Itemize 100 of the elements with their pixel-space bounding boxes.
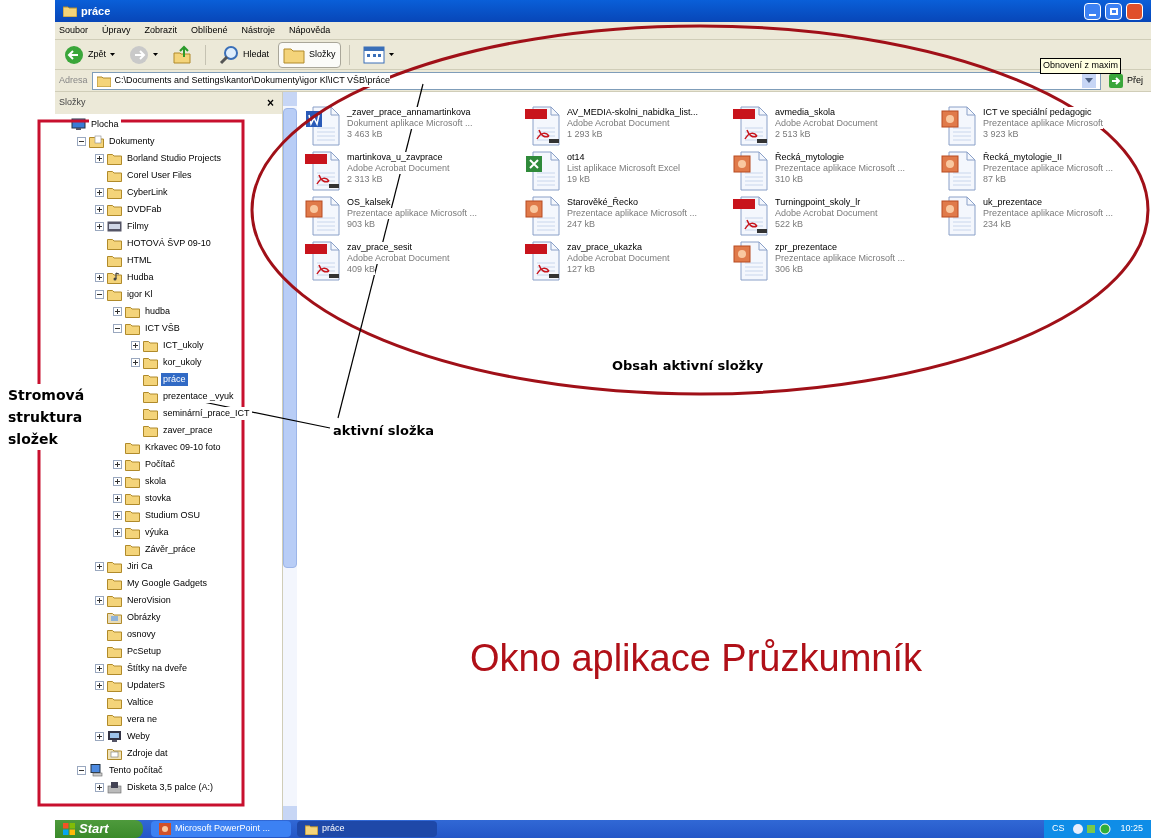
file-name[interactable]: Starověké_Řecko bbox=[567, 197, 639, 208]
taskbar-button[interactable]: Microsoft PowerPoint ... bbox=[151, 821, 291, 837]
tree-item[interactable]: Borland Studio Projects bbox=[125, 151, 224, 166]
file-size: 3 923 kB bbox=[983, 129, 1019, 140]
tree-item[interactable]: kor_ukoly bbox=[161, 355, 204, 370]
expand-icon[interactable] bbox=[113, 494, 122, 503]
expand-icon[interactable] bbox=[95, 562, 104, 571]
file-name[interactable]: Řecká_mytologie bbox=[775, 152, 845, 163]
tree-item[interactable]: Obrázky bbox=[125, 610, 163, 625]
presentation-icon bbox=[305, 196, 343, 236]
folder-icon bbox=[125, 475, 140, 488]
collapse-icon[interactable] bbox=[95, 290, 104, 299]
collapse-icon[interactable] bbox=[77, 766, 86, 775]
collapse-icon[interactable] bbox=[77, 137, 86, 146]
menu-item[interactable]: Nápověda bbox=[289, 23, 331, 38]
language-indicator[interactable]: CS bbox=[1051, 822, 1065, 836]
expand-icon[interactable] bbox=[95, 154, 104, 163]
back-button[interactable]: Zpět bbox=[59, 41, 120, 68]
menu-item[interactable]: Soubor bbox=[59, 23, 89, 38]
windows-logo-icon bbox=[63, 823, 75, 835]
file-name[interactable]: ot14 bbox=[567, 152, 585, 163]
collapse-icon[interactable] bbox=[113, 324, 122, 333]
expand-icon[interactable] bbox=[95, 222, 104, 231]
file-type: Prezentace aplikace Microsoft ... bbox=[983, 208, 1114, 219]
file-name[interactable]: uk_prezentace bbox=[983, 197, 1043, 208]
folder-icon bbox=[107, 645, 122, 658]
tree-item[interactable]: Disketa 3,5 palce (A:) bbox=[125, 780, 216, 795]
file-name[interactable]: avmedia_skola bbox=[775, 107, 836, 118]
file-name[interactable]: _zaver_prace_annamartinkova bbox=[347, 107, 471, 118]
folder-icon bbox=[107, 594, 122, 607]
tree-item[interactable]: ICT_ukoly bbox=[161, 338, 206, 353]
expand-icon[interactable] bbox=[131, 341, 140, 350]
tree-item[interactable]: seminární_prace_ICT bbox=[161, 406, 252, 421]
folder-icon bbox=[107, 288, 122, 301]
search-button[interactable]: Hledat bbox=[214, 41, 275, 68]
close-button[interactable]: × bbox=[263, 97, 278, 109]
expand-icon[interactable] bbox=[95, 596, 104, 605]
caret-icon bbox=[388, 53, 394, 56]
folders-button[interactable]: Složky bbox=[278, 41, 341, 68]
file-name[interactable]: ICT ve speciální pedagogic bbox=[983, 107, 1092, 118]
file-size: 3 463 kB bbox=[347, 129, 383, 140]
window-title: práce bbox=[81, 3, 111, 19]
tree-item[interactable]: Weby bbox=[125, 729, 152, 744]
expand-icon[interactable] bbox=[95, 732, 104, 741]
scrollbar[interactable] bbox=[283, 92, 297, 820]
tree-item[interactable]: Závěr_práce bbox=[143, 542, 198, 557]
menu-item[interactable]: Oblíbené bbox=[191, 23, 228, 38]
tree-item[interactable]: UpdaterS bbox=[125, 678, 168, 693]
tree-item[interactable]: Zdroje dat bbox=[125, 746, 170, 761]
file-name[interactable]: Řecká_mytologie_II bbox=[983, 152, 1063, 163]
tree-item[interactable]: igor Kl bbox=[125, 287, 155, 302]
file-name[interactable]: martinkova_u_zavprace bbox=[347, 152, 443, 163]
file-type: Prezentace aplikace Microsoft ... bbox=[775, 253, 906, 264]
taskbar-button[interactable]: práce bbox=[297, 821, 437, 837]
tooltip: Obnovení z maxim bbox=[1040, 58, 1122, 74]
tree-item[interactable]: Tento počítač bbox=[107, 763, 165, 778]
tree-item[interactable]: Štítky na dveře bbox=[125, 661, 190, 676]
expand-icon[interactable] bbox=[95, 273, 104, 282]
tree-item[interactable]: Dokumenty bbox=[107, 134, 157, 149]
tree-item[interactable]: CyberLink bbox=[125, 185, 170, 200]
tree-item[interactable]: Filmy bbox=[125, 219, 151, 234]
expand-icon[interactable] bbox=[113, 511, 122, 520]
file-type: Adobe Acrobat Document bbox=[567, 118, 670, 129]
tree-item[interactable]: výuka bbox=[143, 525, 171, 540]
menu-item[interactable]: Nástroje bbox=[241, 23, 276, 38]
file-name[interactable]: zpr_prezentace bbox=[775, 242, 838, 253]
folder-icon bbox=[107, 152, 122, 165]
expand-icon[interactable] bbox=[95, 188, 104, 197]
tray-icons-drawing[interactable] bbox=[1072, 823, 1113, 835]
file-name[interactable]: Turningpoint_skoly_lr bbox=[775, 197, 861, 208]
search-icon bbox=[219, 44, 239, 65]
start-button[interactable]: Start bbox=[55, 820, 143, 838]
expand-icon[interactable] bbox=[131, 358, 140, 367]
folder-icon bbox=[125, 322, 140, 335]
file-name[interactable]: AV_MEDIA-skolni_nabidka_list... bbox=[567, 107, 698, 118]
expand-icon[interactable] bbox=[95, 783, 104, 792]
file-name[interactable]: zav_prace_ukazka bbox=[567, 242, 643, 253]
close-button[interactable] bbox=[1126, 2, 1143, 20]
tree-item[interactable]: prezentace _vyuk bbox=[161, 389, 236, 404]
minimize-button[interactable] bbox=[1084, 2, 1101, 20]
file-size: 522 kB bbox=[775, 219, 804, 230]
expand-icon[interactable] bbox=[95, 681, 104, 690]
folder-icon bbox=[107, 169, 122, 182]
expand-icon[interactable] bbox=[113, 477, 122, 486]
address-field[interactable]: C:\Documents and Settings\kantor\Dokumenty\igor Kl\ICT VŠB\práce bbox=[91, 71, 1101, 90]
expand-icon[interactable] bbox=[95, 664, 104, 673]
spreadsheet-icon bbox=[525, 151, 563, 191]
expand-icon[interactable] bbox=[113, 307, 122, 316]
expand-icon[interactable] bbox=[113, 460, 122, 469]
file-size: 2 313 kB bbox=[347, 174, 383, 185]
expand-icon[interactable] bbox=[113, 528, 122, 537]
tree-item[interactable]: práce bbox=[161, 372, 188, 387]
file-name[interactable]: OS_kalsek bbox=[347, 197, 391, 208]
menu-item[interactable]: Úpravy bbox=[102, 23, 131, 38]
file-size: 87 kB bbox=[983, 174, 1006, 185]
restore-button[interactable] bbox=[1105, 2, 1122, 20]
file-name[interactable]: zav_prace_sesit bbox=[347, 242, 413, 253]
expand-icon[interactable] bbox=[95, 205, 104, 214]
menu-item[interactable]: Zobrazit bbox=[144, 23, 178, 38]
tree-item[interactable]: My Google Gadgets bbox=[125, 576, 210, 591]
